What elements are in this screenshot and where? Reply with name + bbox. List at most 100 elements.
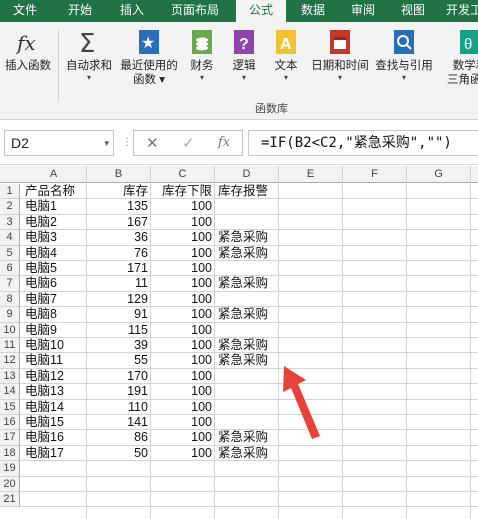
cell-a17[interactable]: 电脑16 bbox=[21, 430, 87, 445]
cell-d14[interactable] bbox=[215, 384, 279, 399]
cell-b19[interactable] bbox=[87, 461, 151, 476]
cell-d21[interactable] bbox=[215, 492, 279, 507]
cell-a6[interactable]: 电脑5 bbox=[21, 261, 87, 276]
cell-b1[interactable]: 库存 bbox=[87, 184, 151, 199]
column-header-c[interactable]: C bbox=[151, 166, 215, 183]
row-header[interactable]: 18 bbox=[0, 445, 20, 462]
enter-icon[interactable]: ✓ bbox=[182, 134, 195, 152]
cell-b14[interactable]: 191 bbox=[87, 384, 151, 399]
cell-a2[interactable]: 电脑1 bbox=[21, 199, 87, 214]
cell-d12[interactable]: 紧急采购 bbox=[215, 353, 279, 368]
cell-d16[interactable] bbox=[215, 415, 279, 430]
row-header[interactable]: 16 bbox=[0, 415, 20, 431]
cell-c7[interactable]: 100 bbox=[151, 276, 215, 291]
cell-d9[interactable]: 紧急采购 bbox=[215, 307, 279, 322]
cell-b15[interactable]: 110 bbox=[87, 400, 151, 415]
cell-b10[interactable]: 115 bbox=[87, 323, 151, 338]
cell-c3[interactable]: 100 bbox=[151, 215, 215, 230]
row-header[interactable]: 6 bbox=[0, 261, 20, 277]
cell-c10[interactable]: 100 bbox=[151, 323, 215, 338]
row-header[interactable]: 19 bbox=[0, 461, 20, 477]
tab-review[interactable]: 审阅 bbox=[340, 0, 386, 22]
cell-d8[interactable] bbox=[215, 292, 279, 307]
autosum-button[interactable]: Σ 自动求和 ▾ bbox=[62, 28, 116, 83]
tab-home[interactable]: 开始 bbox=[56, 0, 104, 22]
row-header[interactable]: 8 bbox=[0, 291, 20, 308]
row-header[interactable]: 15 bbox=[0, 399, 20, 415]
cell-b4[interactable]: 36 bbox=[87, 230, 151, 245]
cell-a15[interactable]: 电脑14 bbox=[21, 400, 87, 415]
cell-d2[interactable] bbox=[215, 199, 279, 214]
row-header[interactable]: 14 bbox=[0, 384, 20, 400]
cell-a20[interactable] bbox=[21, 477, 87, 492]
cell-d10[interactable] bbox=[215, 323, 279, 338]
cell-c21[interactable] bbox=[151, 492, 215, 507]
cell-a10[interactable]: 电脑9 bbox=[21, 323, 87, 338]
column-header-a[interactable]: A bbox=[21, 166, 87, 183]
cell-d6[interactable] bbox=[215, 261, 279, 276]
row-header[interactable]: 7 bbox=[0, 276, 20, 292]
cell-b20[interactable] bbox=[87, 477, 151, 492]
column-header-g[interactable]: G bbox=[407, 166, 471, 183]
row-header[interactable]: 21 bbox=[0, 492, 20, 508]
cell-b8[interactable]: 129 bbox=[87, 292, 151, 307]
row-header[interactable]: 5 bbox=[0, 245, 20, 261]
drag-handle-icon[interactable]: ⋮ bbox=[122, 137, 132, 148]
cell-a9[interactable]: 电脑8 bbox=[21, 307, 87, 322]
row-header[interactable]: 13 bbox=[0, 368, 20, 385]
cell-b5[interactable]: 76 bbox=[87, 246, 151, 261]
row-header[interactable]: 4 bbox=[0, 230, 20, 246]
cell-b6[interactable]: 171 bbox=[87, 261, 151, 276]
tab-insert[interactable]: 插入 bbox=[108, 0, 156, 22]
row-header[interactable]: 11 bbox=[0, 338, 20, 354]
cell-b9[interactable]: 91 bbox=[87, 307, 151, 322]
cell-d20[interactable] bbox=[215, 477, 279, 492]
cell-c20[interactable] bbox=[151, 477, 215, 492]
recent-functions-button[interactable]: ★ 最近使用的 函数 ▾ bbox=[118, 28, 180, 87]
column-header-b[interactable]: B bbox=[87, 166, 151, 183]
math-trig-button[interactable]: θ 数学和 三角函数 bbox=[440, 28, 478, 87]
row-header[interactable]: 3 bbox=[0, 214, 20, 231]
cell-a16[interactable]: 电脑15 bbox=[21, 415, 87, 430]
cell-d5[interactable]: 紧急采购 bbox=[215, 246, 279, 261]
cell-a8[interactable]: 电脑7 bbox=[21, 292, 87, 307]
cell-a5[interactable]: 电脑4 bbox=[21, 246, 87, 261]
cell-c6[interactable]: 100 bbox=[151, 261, 215, 276]
column-header-d[interactable]: D bbox=[215, 166, 279, 183]
cell-c9[interactable]: 100 bbox=[151, 307, 215, 322]
cell-c14[interactable]: 100 bbox=[151, 384, 215, 399]
lookup-reference-button[interactable]: 查找与引用 ▾ bbox=[372, 28, 436, 83]
cell-a1[interactable]: 产品名称 bbox=[21, 184, 87, 199]
cell-b17[interactable]: 86 bbox=[87, 430, 151, 445]
row-header[interactable]: 9 bbox=[0, 307, 20, 323]
name-box[interactable]: D2 ▾ bbox=[4, 130, 114, 156]
row-header[interactable]: 17 bbox=[0, 430, 20, 446]
tab-formulas[interactable]: 公式 bbox=[236, 0, 286, 23]
cell-d18[interactable]: 紧急采购 bbox=[215, 446, 279, 461]
cell-c11[interactable]: 100 bbox=[151, 338, 215, 353]
cell-c15[interactable]: 100 bbox=[151, 400, 215, 415]
row-header[interactable]: 1 bbox=[0, 184, 20, 200]
cell-c18[interactable]: 100 bbox=[151, 446, 215, 461]
cell-c16[interactable]: 100 bbox=[151, 415, 215, 430]
cell-a13[interactable]: 电脑12 bbox=[21, 369, 87, 384]
cell-b7[interactable]: 11 bbox=[87, 276, 151, 291]
cell-b2[interactable]: 135 bbox=[87, 199, 151, 214]
cell-a3[interactable]: 电脑2 bbox=[21, 215, 87, 230]
cell-c13[interactable]: 100 bbox=[151, 369, 215, 384]
cell-d15[interactable] bbox=[215, 400, 279, 415]
cell-d3[interactable] bbox=[215, 215, 279, 230]
chevron-down-icon[interactable]: ▾ bbox=[104, 131, 109, 155]
cell-a19[interactable] bbox=[21, 461, 87, 476]
tab-file[interactable]: 文件 bbox=[0, 0, 50, 22]
cell-a12[interactable]: 电脑11 bbox=[21, 353, 87, 368]
tab-data[interactable]: 数据 bbox=[290, 0, 336, 22]
tab-developer[interactable]: 开发工 bbox=[440, 0, 478, 22]
cell-c8[interactable]: 100 bbox=[151, 292, 215, 307]
formula-input[interactable]: =IF(B2<C2,"紧急采购","") bbox=[248, 130, 478, 156]
cell-c5[interactable]: 100 bbox=[151, 246, 215, 261]
cell-c1[interactable]: 库存下限 bbox=[151, 184, 215, 199]
row-header[interactable]: 12 bbox=[0, 353, 20, 369]
cell-c4[interactable]: 100 bbox=[151, 230, 215, 245]
cell-d4[interactable]: 紧急采购 bbox=[215, 230, 279, 245]
